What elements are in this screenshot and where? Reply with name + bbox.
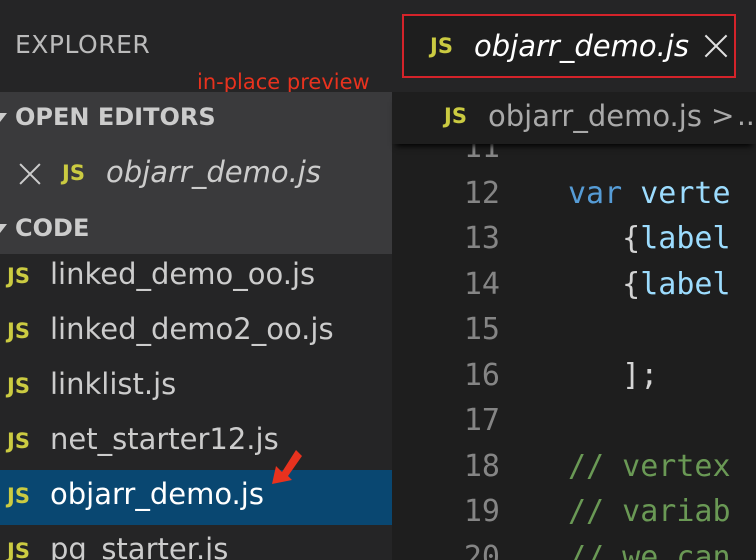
- line-number: 17: [463, 403, 500, 438]
- explorer-title: EXPLORER: [15, 30, 151, 59]
- file-name: objarr_demo.js: [50, 477, 264, 511]
- code-line: 20 // we can: [392, 540, 756, 560]
- code-text: {label: [568, 221, 731, 256]
- editor-tab-bar: JS objarr_demo.js: [392, 0, 756, 92]
- code-token: // variab: [568, 494, 731, 529]
- code-token: verte: [640, 175, 731, 211]
- code-line: 14 {label: [392, 267, 756, 312]
- explorer-sidebar: EXPLORER in-place preview OPEN EDITORS J…: [0, 0, 392, 560]
- open-editor-file-name: objarr_demo.js: [106, 155, 321, 189]
- code-line: 12 var verte: [392, 176, 756, 221]
- code-line: 11: [392, 144, 756, 175]
- line-number: 14: [463, 266, 500, 302]
- code-editor[interactable]: 11 12 var verte 13 {label 14 {label 15 16 ]; 17…: [392, 144, 756, 560]
- chevron-down-icon: [0, 113, 7, 122]
- code-folder-header-label: CODE: [15, 214, 90, 242]
- code-token: label: [640, 266, 731, 302]
- code-token: // vertex: [568, 448, 731, 484]
- file-name: pg_starter.js: [50, 532, 229, 560]
- code-line: 13 {label: [392, 221, 756, 266]
- js-file-icon: JS: [7, 374, 30, 398]
- code-token: {: [568, 221, 641, 256]
- file-name: linked_demo2_oo.js: [50, 312, 334, 346]
- open-editor-item[interactable]: JS objarr_demo.js: [0, 148, 392, 200]
- file-item[interactable]: JS pg_starter.js: [0, 525, 392, 560]
- close-icon[interactable]: [702, 32, 730, 60]
- code-token: {: [568, 266, 641, 302]
- file-name: linklist.js: [50, 367, 177, 401]
- line-number: 13: [463, 221, 500, 256]
- breadcrumb-file[interactable]: objarr_demo.js: [488, 99, 702, 133]
- code-folder-header[interactable]: CODE: [0, 206, 392, 252]
- code-token: ];: [568, 357, 659, 393]
- code-line: 15: [392, 312, 756, 357]
- file-item[interactable]: JS linked_demo2_oo.js: [0, 305, 392, 360]
- file-item[interactable]: JS net_starter12.js: [0, 415, 392, 470]
- annotation-in-place-preview: in-place preview: [197, 70, 370, 94]
- line-number: 12: [463, 175, 500, 211]
- code-text: var verte: [568, 176, 731, 211]
- js-file-icon: JS: [62, 161, 85, 185]
- code-line: 17: [392, 403, 756, 448]
- js-file-icon: JS: [430, 34, 453, 58]
- file-item[interactable]: JS linked_demo_oo.js: [0, 250, 392, 305]
- code-line: 16 ];: [392, 358, 756, 403]
- js-file-icon: JS: [7, 319, 30, 343]
- js-file-icon: JS: [7, 264, 30, 288]
- breadcrumb-more[interactable]: ...: [737, 99, 756, 132]
- code-token: var: [568, 175, 641, 211]
- line-number: 20: [463, 539, 500, 560]
- js-file-icon: JS: [7, 539, 30, 560]
- line-number: 11: [463, 144, 500, 165]
- code-text: // we can: [568, 540, 731, 560]
- file-name: linked_demo_oo.js: [50, 257, 316, 291]
- chevron-down-icon: [0, 224, 7, 233]
- code-text: ];: [568, 358, 658, 393]
- code-token: label: [640, 221, 731, 256]
- open-editors-header[interactable]: OPEN EDITORS: [0, 95, 392, 141]
- code-text: // vertex: [568, 449, 731, 484]
- tab-label: objarr_demo.js: [474, 29, 689, 63]
- file-item[interactable]: JS linklist.js: [0, 360, 392, 415]
- js-file-icon: JS: [7, 484, 30, 508]
- chevron-right-icon: >: [711, 99, 735, 132]
- code-line: 19 // variab: [392, 494, 756, 539]
- code-text: {label: [568, 266, 731, 302]
- close-icon[interactable]: [17, 161, 43, 187]
- breadcrumb: JS objarr_demo.js > ...: [392, 92, 756, 144]
- red-arrow-icon: [272, 450, 302, 484]
- tab-objarr-demo[interactable]: JS objarr_demo.js: [402, 14, 736, 78]
- code-line: 18 // vertex: [392, 449, 756, 494]
- file-item-selected[interactable]: JS objarr_demo.js: [0, 470, 392, 525]
- js-file-icon: JS: [444, 104, 467, 128]
- code-text: // variab: [568, 494, 731, 529]
- line-number: 15: [463, 312, 500, 347]
- open-editors-header-label: OPEN EDITORS: [15, 103, 216, 131]
- line-number: 16: [463, 357, 500, 393]
- js-file-icon: JS: [7, 429, 30, 453]
- line-number: 18: [463, 448, 500, 484]
- file-name: net_starter12.js: [50, 422, 279, 456]
- code-token: // we can: [568, 539, 731, 560]
- line-number: 19: [463, 494, 500, 529]
